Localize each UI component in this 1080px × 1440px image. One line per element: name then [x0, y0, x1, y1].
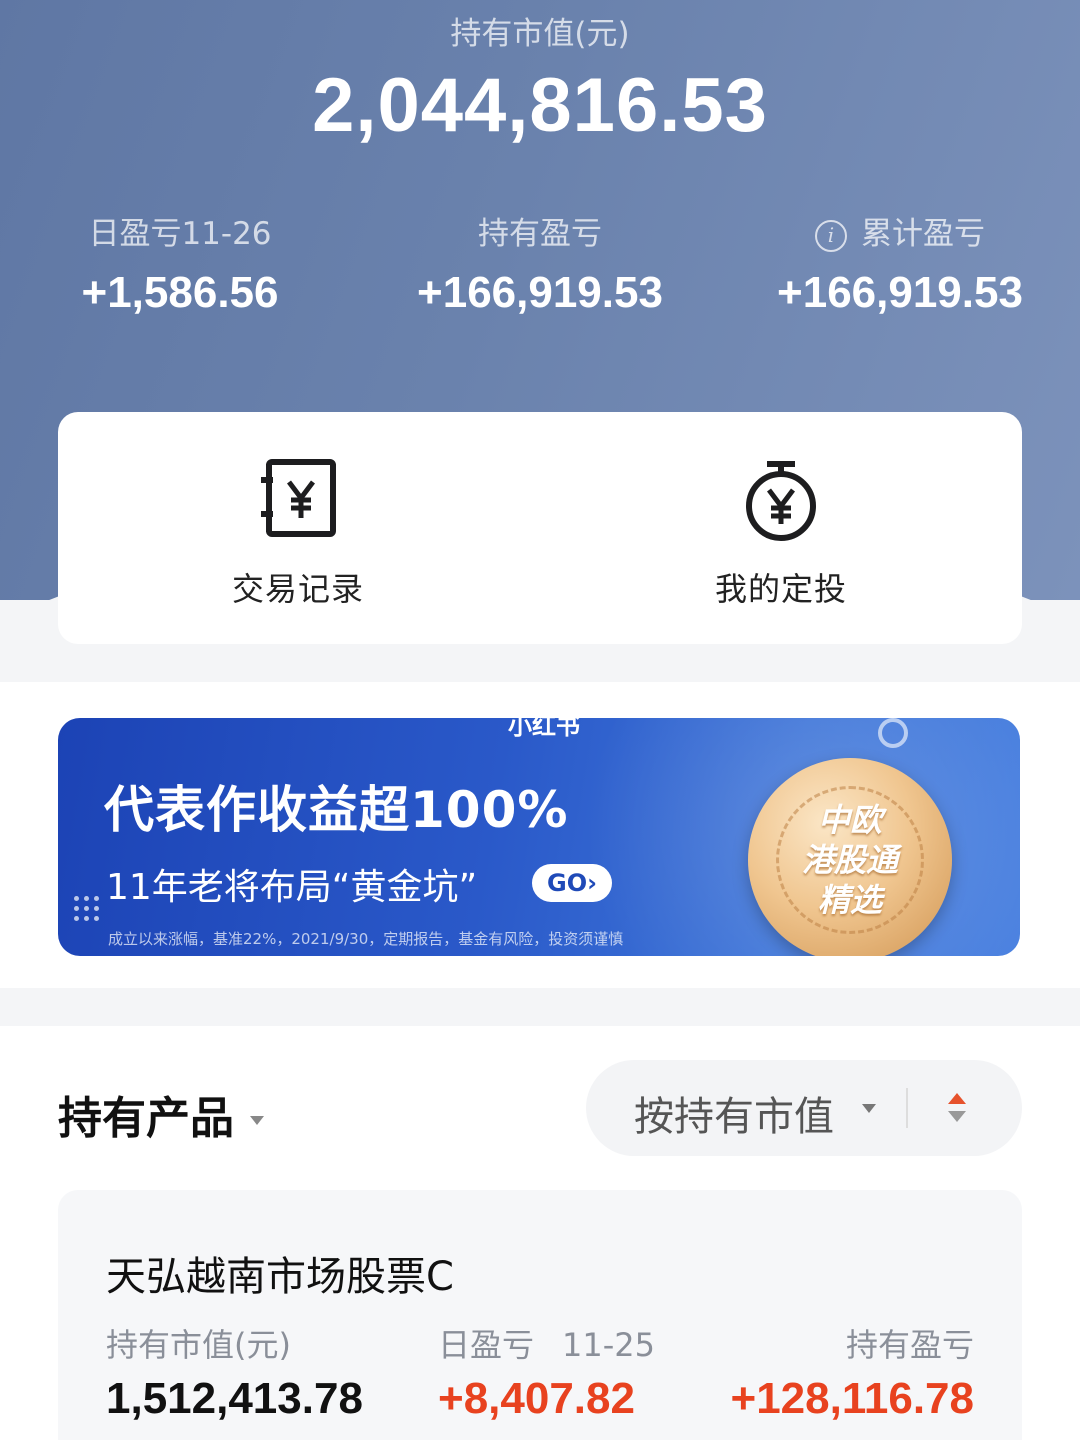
medal-line-2: 港股通 — [801, 841, 898, 879]
holding-pnl-stat: 持有盈亏 +166,919.53 — [360, 212, 720, 318]
fund-daily-pnl-amount: +8,407.82 — [438, 1374, 635, 1423]
holding-pnl-value: +166,919.53 — [417, 268, 663, 317]
medal-ribbon-ring — [878, 718, 908, 748]
caret-down-icon — [862, 1104, 876, 1113]
medal-line-1: 中欧 — [817, 801, 882, 839]
sort-divider — [906, 1088, 908, 1128]
fund-holding-pnl-amount: +128,116.78 — [730, 1374, 974, 1423]
promo-banner[interactable]: 小红书 代表作收益超100% 11年老将布局“黄金坑” GO› 成立以来涨幅，基… — [58, 718, 1020, 956]
sort-down-arrow-icon — [948, 1111, 966, 1122]
banner-go-button[interactable]: GO› — [532, 864, 612, 902]
yen-ledger-icon — [261, 459, 336, 537]
sort-control: 按持有市值 — [586, 1060, 1022, 1156]
medal-line-3: 精选 — [817, 881, 882, 919]
fund-daily-pnl: 日盈亏 11-25 +8,407.82 — [438, 1320, 655, 1424]
fund-holding-pnl: 持有盈亏 +128,116.78 — [731, 1320, 974, 1424]
daily-pnl-stat: 日盈亏11-26 +1,586.56 — [0, 212, 360, 318]
quick-actions-card: 交易记录 我的定投 — [58, 412, 1022, 644]
transaction-records-label: 交易记录 — [231, 570, 364, 608]
caret-down-icon — [250, 1116, 264, 1125]
transaction-records-button[interactable]: 交易记录 — [58, 412, 540, 644]
sort-field-dropdown[interactable]: 按持有市值 — [634, 1084, 834, 1142]
holdings-section: 持有产品 按持有市值 天弘越南市场股票C 持有市值(元) 1,512,413.7… — [0, 1026, 1080, 1440]
fund-card[interactable]: 天弘越南市场股票C 持有市值(元) 1,512,413.78 日盈亏 11-25 … — [58, 1190, 1022, 1440]
cumulative-pnl-value: +166,919.53 — [777, 268, 1023, 317]
fund-name: 天弘越南市场股票C — [106, 1254, 454, 1300]
sort-up-arrow-icon — [948, 1093, 966, 1104]
fund-daily-pnl-label: 日盈亏 — [438, 1326, 535, 1364]
fund-medal-badge: 中欧 港股通 精选 — [748, 758, 952, 956]
info-icon[interactable]: i — [815, 220, 847, 252]
banner-subline: 11年老将布局“黄金坑” — [106, 867, 478, 908]
cumulative-pnl-label-row: i 累计盈亏 — [720, 212, 1080, 256]
fund-market-value: 持有市值(元) 1,512,413.78 — [106, 1320, 363, 1424]
medal-text: 中欧 港股通 精选 — [748, 800, 952, 920]
my-auto-invest-button[interactable]: 我的定投 — [540, 412, 1022, 644]
banner-watermark-text: 小红书 — [508, 718, 580, 740]
daily-pnl-label: 日盈亏11-26 — [88, 216, 272, 252]
holdings-filter-dropdown[interactable]: 持有产品 — [58, 1082, 264, 1146]
banner-disclaimer: 成立以来涨幅，基准22%，2021/9/30，定期报告，基金有风险，投资须谨慎 — [108, 930, 624, 948]
promo-section: 小红书 代表作收益超100% 11年老将布局“黄金坑” GO› 成立以来涨幅，基… — [0, 682, 1080, 988]
holding-pnl-label: 持有盈亏 — [478, 216, 602, 252]
fund-daily-pnl-label-row: 日盈亏 11-25 — [438, 1320, 655, 1366]
daily-pnl-value: +1,586.56 — [81, 268, 279, 317]
fund-daily-pnl-date: 11-25 — [562, 1326, 655, 1364]
fund-market-value-label: 持有市值(元) — [106, 1326, 291, 1364]
total-market-value: 2,044,816.53 — [312, 63, 768, 148]
cumulative-pnl-label: 累计盈亏 — [861, 216, 985, 252]
holdings-title: 持有产品 — [58, 1093, 234, 1144]
yen-stopwatch-icon — [746, 461, 816, 541]
cumulative-pnl-stat[interactable]: i 累计盈亏 +166,919.53 — [720, 212, 1080, 318]
sort-order-toggle-icon[interactable] — [948, 1090, 966, 1126]
total-market-value-label: 持有市值(元) — [450, 16, 630, 52]
fund-market-value-amount: 1,512,413.78 — [106, 1374, 363, 1423]
fund-holding-pnl-label: 持有盈亏 — [845, 1326, 974, 1364]
my-auto-invest-label: 我的定投 — [714, 570, 847, 608]
banner-headline: 代表作收益超100% — [104, 781, 569, 839]
page: 持有市值(元) 2,044,816.53 日盈亏11-26 +1,586.56 … — [0, 0, 1080, 1440]
dot-grid-icon — [72, 894, 106, 926]
